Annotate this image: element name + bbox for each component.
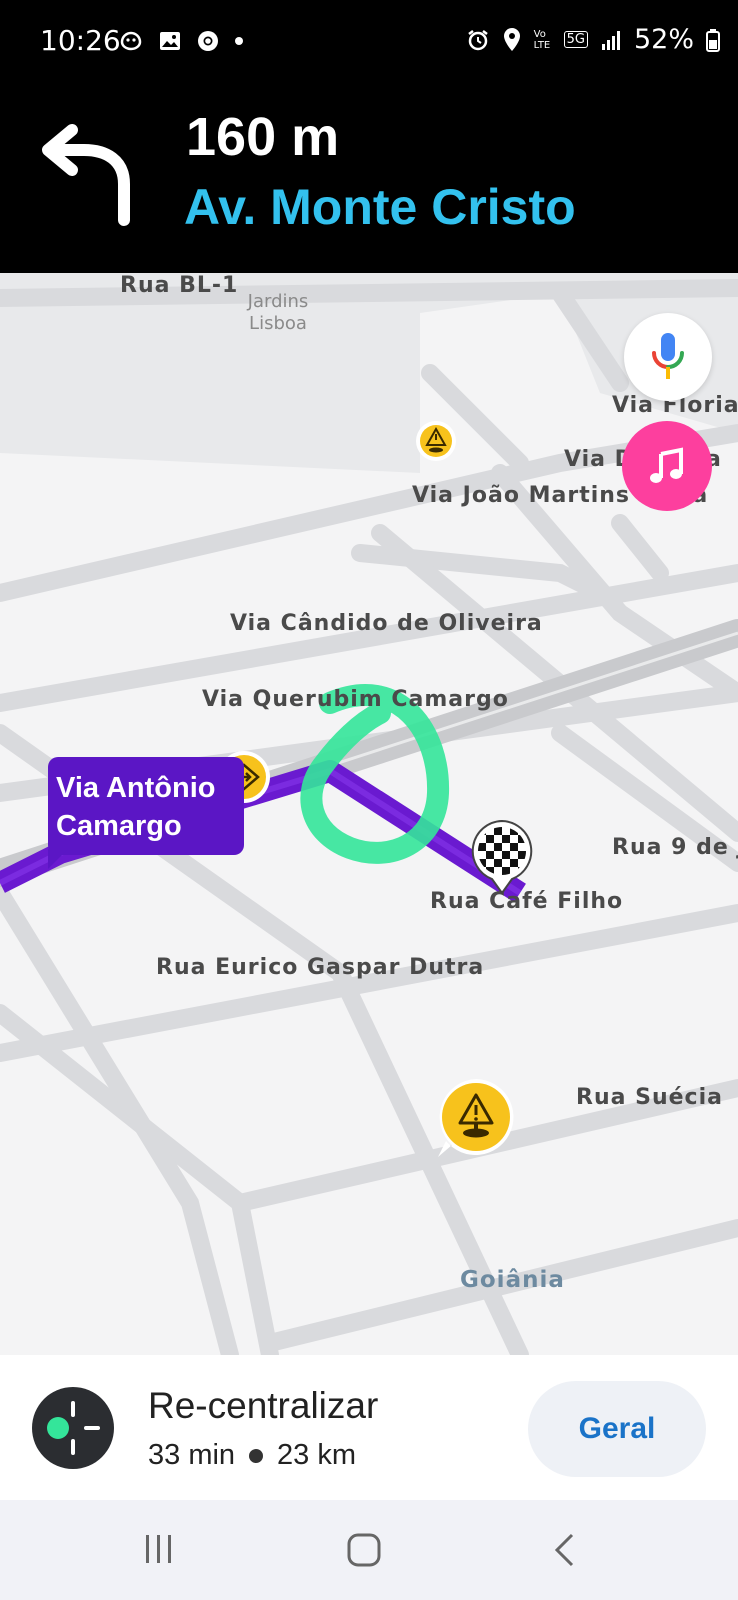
turn-left-icon	[42, 124, 130, 226]
trip-summary: 33 min 23 km	[148, 1439, 356, 1472]
system-navigation-bar	[0, 1500, 738, 1600]
road-label-via-candido: Via Cândido de Oliveira	[230, 611, 543, 636]
alarm-icon	[467, 29, 488, 50]
recenter-icon	[47, 1401, 100, 1455]
battery-percent: 52%	[633, 24, 694, 55]
notification-icons	[118, 28, 244, 54]
microphone-icon	[652, 333, 684, 379]
volte-label: Vo LTE	[533, 28, 551, 51]
battery-icon	[706, 28, 720, 52]
trip-duration: 33 min	[148, 1439, 236, 1471]
recenter-label[interactable]: Re-centralizar	[148, 1385, 378, 1427]
callout-line-1: Via Antônio	[56, 772, 216, 804]
road-label-rua-suecia: Rua Suécia	[576, 1085, 723, 1110]
hazard-marker-small[interactable]	[414, 419, 460, 465]
road-label-rua-eurico: Rua Eurico Gaspar Dutra	[156, 955, 485, 980]
road-label-rua-9-de-j: Rua 9 de J	[612, 835, 738, 860]
city-label: Goiânia	[460, 1267, 565, 1293]
trip-distance: 23 km	[277, 1439, 357, 1471]
back-icon[interactable]	[552, 1532, 576, 1568]
music-note-icon	[650, 447, 683, 483]
signal-icon	[601, 30, 620, 50]
callout-pointer	[48, 849, 68, 869]
chrome-notification-icon	[198, 31, 218, 51]
road-label-via-querubim: Via Querubim Camargo	[202, 687, 509, 712]
waze-notification-icon	[120, 31, 142, 51]
network-type: 5G	[563, 31, 588, 48]
voice-command-button[interactable]	[624, 313, 712, 401]
route-street-callout[interactable]: Via Antônio Camargo	[48, 757, 244, 869]
more-notifications-icon	[235, 37, 243, 45]
location-icon	[503, 27, 520, 51]
separator-dot	[249, 1448, 264, 1463]
music-player-button[interactable]	[622, 421, 712, 511]
system-status: Vo LTE 5G 52%	[466, 24, 720, 55]
status-bar: 10:26 Vo LTE 5G 52%	[0, 0, 738, 88]
next-street-name: Av. Monte Cristo	[184, 179, 576, 235]
road-label-rua-bl-1: Rua BL-1	[120, 273, 239, 298]
recent-apps-icon[interactable]	[142, 1532, 176, 1566]
turn-instruction-banner[interactable]: 160 m Av. Monte Cristo	[0, 88, 738, 273]
gallery-notification-icon	[160, 32, 180, 50]
map-view[interactable]: Rua BL-1 Jardins Lisboa Via Florian Via …	[0, 273, 738, 1355]
area-label-jardins-lisboa: Jardins Lisboa	[247, 291, 309, 334]
trip-panel: Re-centralizar 33 min 23 km Geral	[0, 1355, 738, 1500]
road-label-via-joao-martins: Via João Martins O	[412, 483, 659, 508]
destination-flag-icon[interactable]	[468, 819, 536, 895]
hazard-marker-large[interactable]	[432, 1075, 520, 1165]
recenter-button[interactable]	[32, 1387, 114, 1469]
clock: 10:26	[40, 24, 121, 57]
callout-line-2: Camargo	[56, 810, 182, 842]
home-icon[interactable]	[346, 1532, 382, 1568]
distance-to-turn: 160 m	[186, 107, 340, 167]
overview-button[interactable]: Geral	[528, 1381, 706, 1477]
